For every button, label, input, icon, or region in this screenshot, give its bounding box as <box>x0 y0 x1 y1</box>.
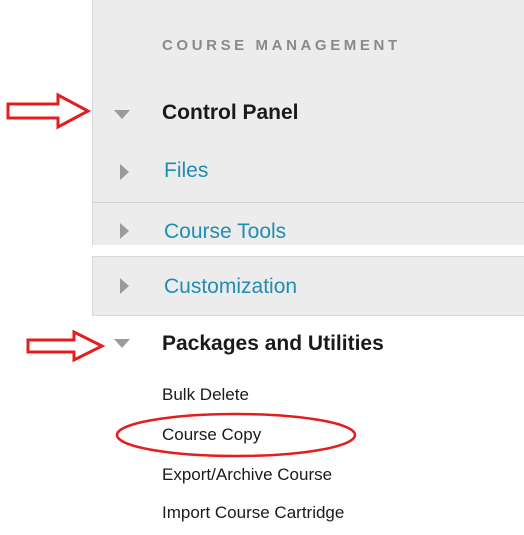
submenu-item-import-cartridge[interactable]: Import Course Cartridge <box>162 503 344 523</box>
section-heading: COURSE MANAGEMENT <box>162 37 401 54</box>
submenu-item-course-copy[interactable]: Course Copy <box>162 425 261 445</box>
customization-link[interactable]: Customization <box>164 275 297 299</box>
expanded-triangle-icon[interactable] <box>114 339 130 348</box>
submenu-item-export-archive[interactable]: Export/Archive Course <box>162 465 332 485</box>
course-tools-link[interactable]: Course Tools <box>164 220 286 244</box>
expanded-triangle-icon[interactable] <box>114 110 130 119</box>
packages-utilities-label[interactable]: Packages and Utilities <box>162 332 384 356</box>
course-menu-screenshot: COURSE MANAGEMENT Control Panel Files Co… <box>0 0 524 535</box>
control-panel-label[interactable]: Control Panel <box>162 101 299 125</box>
collapsed-triangle-icon[interactable] <box>120 278 129 294</box>
customization-row-panel <box>92 256 524 316</box>
submenu-item-bulk-delete[interactable]: Bulk Delete <box>162 385 249 405</box>
red-arrow-annotation <box>26 329 106 363</box>
collapsed-triangle-icon[interactable] <box>120 223 129 239</box>
divider <box>93 202 524 203</box>
collapsed-triangle-icon[interactable] <box>120 164 129 180</box>
files-link[interactable]: Files <box>164 159 208 183</box>
red-arrow-annotation <box>6 92 92 130</box>
